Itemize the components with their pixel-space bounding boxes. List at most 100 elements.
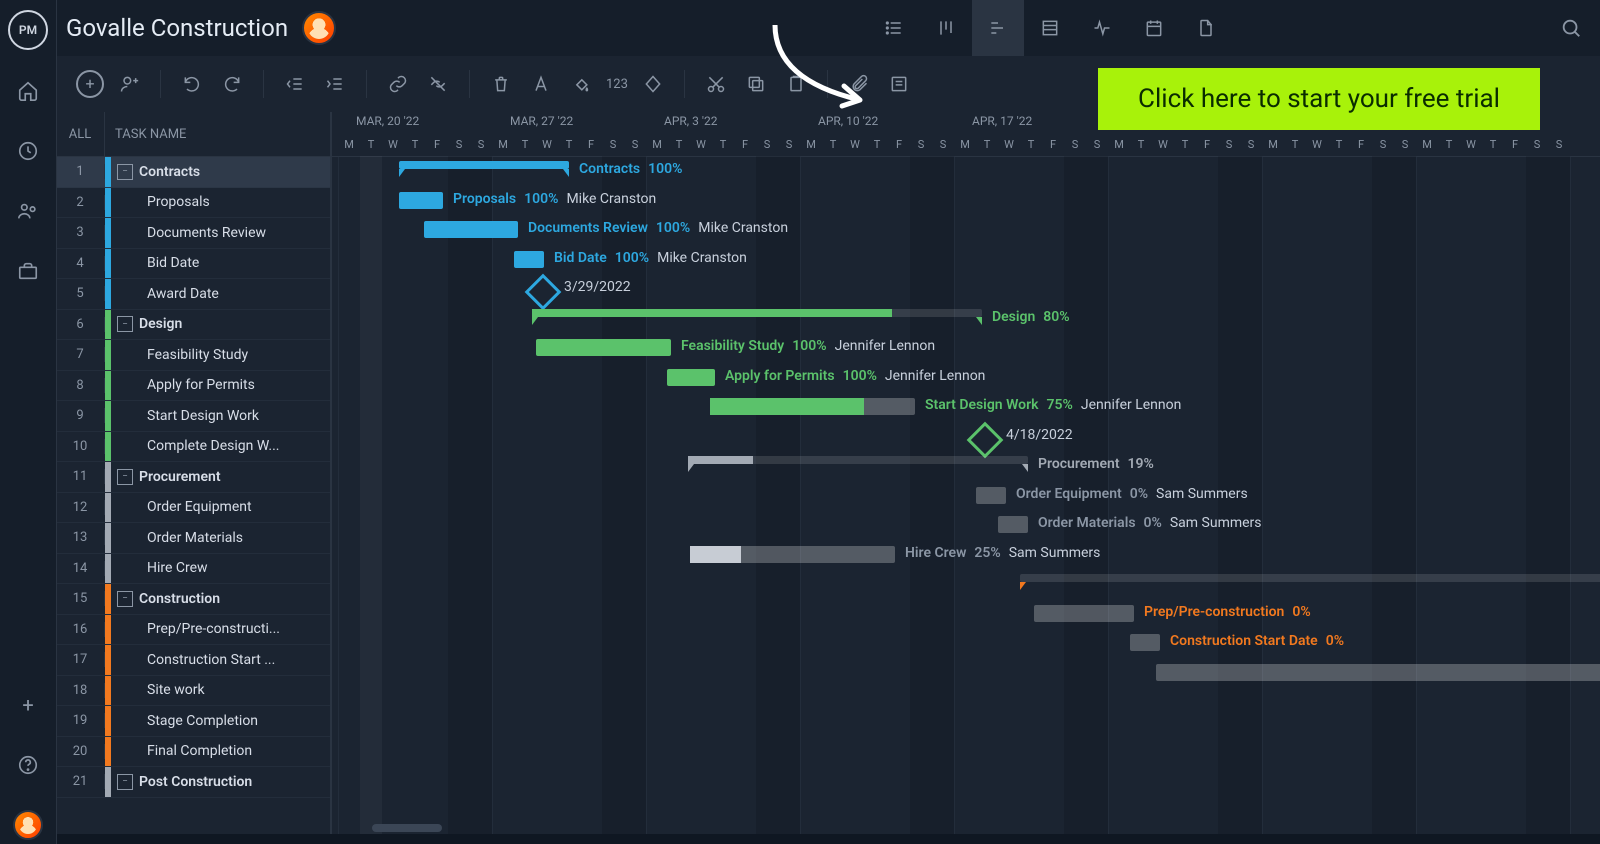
task-row[interactable]: 13Order Materials [56, 523, 330, 554]
task-row[interactable]: 16Prep/Pre-constructi... [56, 615, 330, 646]
summary-bar[interactable] [399, 161, 569, 169]
tool-indent-icon[interactable] [320, 69, 350, 99]
nav-profile-avatar[interactable] [0, 806, 56, 844]
row-color-tag [105, 218, 111, 248]
gantt-row: 3/29/2022 [332, 274, 1600, 304]
row-color-tag [105, 462, 111, 492]
task-bar[interactable] [536, 339, 671, 356]
view-gantt-icon[interactable] [972, 0, 1024, 56]
tool-assign-icon[interactable] [114, 69, 144, 99]
week-label: APR, 17 '22 [972, 114, 1032, 128]
bar-assignee-label: Mike Cranston [566, 191, 656, 207]
summary-bar[interactable] [532, 309, 982, 317]
scrollbar-thumb[interactable] [372, 824, 442, 832]
view-files-icon[interactable] [1180, 0, 1232, 56]
nav-briefcase-icon[interactable] [0, 252, 56, 290]
nav-team-icon[interactable] [0, 192, 56, 230]
day-label: T [1328, 138, 1350, 151]
collapse-toggle-icon[interactable]: − [117, 316, 133, 332]
bar-name-label: Bid Date [554, 250, 607, 266]
task-row[interactable]: 12Order Equipment [56, 493, 330, 524]
nav-home-icon[interactable] [0, 72, 56, 110]
nav-recent-icon[interactable] [0, 132, 56, 170]
bar-percent-label: 0% [1292, 604, 1310, 620]
bar-label: Start Design Work 75% Jennifer Lennon [925, 397, 1181, 413]
tool-redo-icon[interactable] [217, 69, 247, 99]
task-row[interactable]: 14Hire Crew [56, 554, 330, 585]
day-label: F [1504, 138, 1526, 151]
bar-label: Documents Review 100% Mike Cranston [528, 220, 788, 236]
task-row[interactable]: 1−Contracts [56, 157, 330, 188]
column-all[interactable]: ALL [56, 112, 105, 156]
search-button[interactable] [1560, 0, 1582, 56]
task-bar[interactable] [710, 398, 915, 415]
project-owner-avatar[interactable] [302, 11, 336, 45]
task-row[interactable]: 19Stage Completion [56, 706, 330, 737]
horizontal-scrollbar[interactable] [332, 824, 1600, 832]
task-bar[interactable] [976, 487, 1006, 504]
task-row[interactable]: 18Site work [56, 676, 330, 707]
day-label: M [954, 138, 976, 151]
task-row[interactable]: 6−Design [56, 310, 330, 341]
summary-bar[interactable] [1020, 574, 1600, 582]
task-row[interactable]: 15−Construction [56, 584, 330, 615]
collapse-toggle-icon[interactable]: − [117, 164, 133, 180]
tool-delete-icon[interactable] [486, 69, 516, 99]
task-bar[interactable] [1034, 605, 1134, 622]
left-nav: PM + [0, 0, 57, 844]
gantt-row [332, 569, 1600, 599]
tool-copy-icon[interactable] [741, 69, 771, 99]
view-board-icon[interactable] [920, 0, 972, 56]
task-row[interactable]: 3Documents Review [56, 218, 330, 249]
cta-banner[interactable]: Click here to start your free trial [1098, 68, 1540, 130]
task-bar[interactable] [690, 546, 895, 563]
tool-outdent-icon[interactable] [280, 69, 310, 99]
row-color-tag [105, 371, 111, 401]
summary-bar[interactable] [688, 456, 1028, 464]
bar-percent-label: 0% [1144, 515, 1162, 531]
tool-milestone-icon[interactable] [638, 69, 668, 99]
tool-undo-icon[interactable] [177, 69, 207, 99]
nav-add-icon[interactable]: + [0, 686, 56, 724]
tool-cut-icon[interactable] [701, 69, 731, 99]
task-bar[interactable] [1156, 664, 1600, 681]
bar-label: Hire Crew 25% Sam Summers [905, 545, 1100, 561]
bar-percent-label: 100% [792, 338, 826, 354]
task-row[interactable]: 10Complete Design W... [56, 432, 330, 463]
task-row[interactable]: 17Construction Start ... [56, 645, 330, 676]
tool-unlink-icon[interactable] [423, 69, 453, 99]
task-bar[interactable] [667, 369, 715, 386]
view-activity-icon[interactable] [1076, 0, 1128, 56]
collapse-toggle-icon[interactable]: − [117, 469, 133, 485]
collapse-toggle-icon[interactable]: − [117, 591, 133, 607]
app-logo[interactable]: PM [8, 10, 48, 50]
task-bar[interactable] [399, 192, 443, 209]
tool-number-label[interactable]: 123 [606, 77, 628, 92]
task-bar[interactable] [424, 221, 518, 238]
task-row[interactable]: 21−Post Construction [56, 767, 330, 798]
nav-help-icon[interactable] [0, 746, 56, 784]
collapse-toggle-icon[interactable]: − [117, 774, 133, 790]
gantt-row: Documents Review 100% Mike Cranston [332, 215, 1600, 245]
task-row[interactable]: 11−Procurement [56, 462, 330, 493]
task-bar[interactable] [1130, 634, 1160, 651]
task-row[interactable]: 2Proposals [56, 188, 330, 219]
task-bar[interactable] [514, 251, 544, 268]
view-calendar-icon[interactable] [1128, 0, 1180, 56]
task-row[interactable]: 4Bid Date [56, 249, 330, 280]
gantt-row: Bid Date 100% Mike Cranston [332, 245, 1600, 275]
day-label: W [382, 138, 404, 151]
task-bar[interactable] [998, 516, 1028, 533]
task-row[interactable]: 20Final Completion [56, 737, 330, 768]
tool-fill-icon[interactable] [566, 69, 596, 99]
view-sheet-icon[interactable] [1024, 0, 1076, 56]
task-row[interactable]: 9Start Design Work [56, 401, 330, 432]
column-task-name[interactable]: TASK NAME [105, 112, 330, 156]
tool-font-icon[interactable] [526, 69, 556, 99]
bar-assignee-label: Mike Cranston [698, 220, 788, 236]
task-row[interactable]: 7Feasibility Study [56, 340, 330, 371]
tool-link-icon[interactable] [383, 69, 413, 99]
task-row[interactable]: 5Award Date [56, 279, 330, 310]
tool-add-icon[interactable]: + [76, 70, 104, 98]
task-row[interactable]: 8Apply for Permits [56, 371, 330, 402]
